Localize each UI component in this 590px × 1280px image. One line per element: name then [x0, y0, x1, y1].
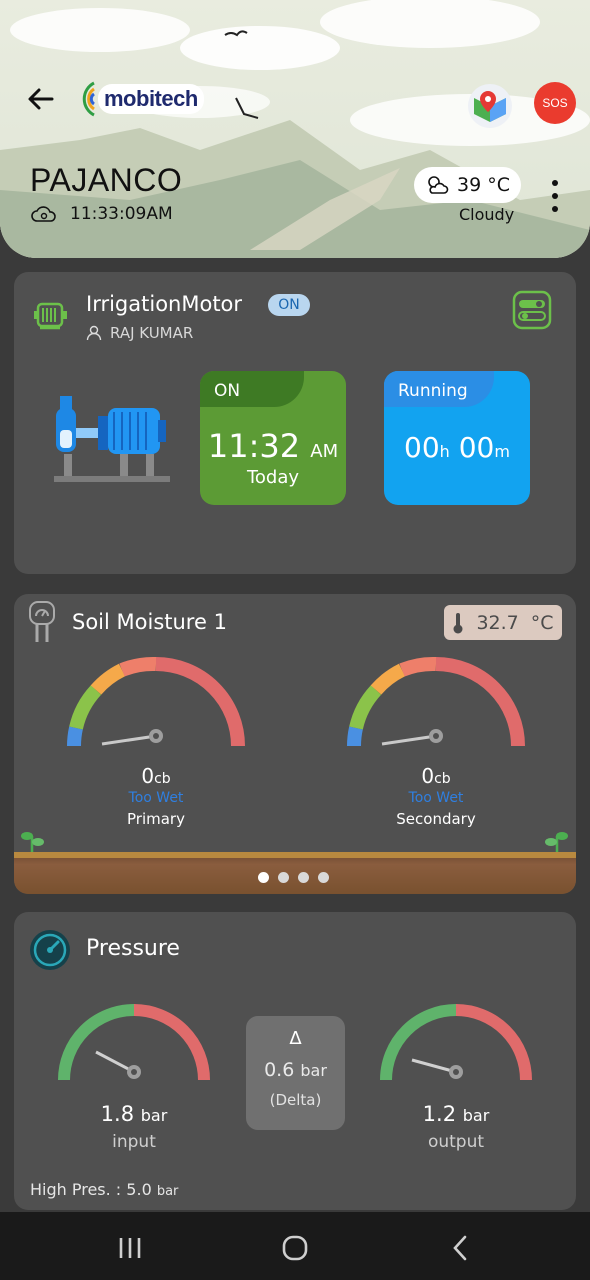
- secondary-unit: cb: [434, 771, 451, 787]
- secondary-status: Too Wet: [408, 790, 464, 806]
- high-pressure-unit: bar: [156, 1184, 179, 1199]
- motor-name: IrrigationMotor: [86, 292, 243, 316]
- pump-illustration: [54, 396, 170, 482]
- on-label: ON: [200, 371, 304, 407]
- on-time-value: 11:32: [207, 427, 301, 465]
- toggle-control-icon[interactable]: [512, 290, 552, 330]
- user-name: RAJ KUMAR: [110, 324, 194, 342]
- time-text: 11:33:09AM: [70, 204, 173, 224]
- logo-text: mobitech: [98, 84, 204, 114]
- high-pressure-label: High Pres. :: [30, 1180, 122, 1199]
- delta-value: 0.6: [264, 1059, 295, 1081]
- on-time: 11:32 AM: [200, 427, 346, 465]
- map-icon: [474, 91, 506, 122]
- output-value: 1.2: [422, 1102, 457, 1126]
- primary-unit: cb: [154, 771, 171, 787]
- partly-cloudy-icon: [428, 176, 449, 194]
- secondary-value: 0: [421, 764, 435, 788]
- page-dot[interactable]: [278, 872, 289, 883]
- input-label: input: [112, 1132, 156, 1152]
- page-dot[interactable]: [318, 872, 329, 883]
- pressure-title: Pressure: [86, 936, 180, 961]
- temperature-text: 39 °C: [457, 174, 510, 196]
- soil-temperature-value: 32.7: [476, 611, 519, 634]
- page-dot[interactable]: [298, 872, 309, 883]
- primary-value: 0: [141, 764, 155, 788]
- soil-title: Soil Moisture 1: [72, 610, 227, 634]
- delta-label: (Delta): [269, 1091, 322, 1109]
- running-minutes: 00: [458, 431, 495, 464]
- page-indicator[interactable]: [258, 872, 329, 883]
- brand-logo: mobitech: [74, 76, 204, 122]
- recents-icon[interactable]: [118, 1236, 142, 1260]
- system-nav-bar: [0, 1212, 590, 1280]
- high-pressure-value: 5.0: [126, 1180, 152, 1199]
- minutes-unit: m: [494, 442, 510, 461]
- page-dot[interactable]: [258, 872, 269, 883]
- user-line: RAJ KUMAR: [86, 324, 193, 342]
- home-icon[interactable]: [282, 1235, 308, 1261]
- site-name: PAJANCO: [30, 162, 183, 198]
- secondary-gauge-label: 0cb Too Wet Secondary: [376, 764, 496, 828]
- primary-status: Too Wet: [128, 790, 184, 806]
- output-label: output: [427, 1132, 485, 1152]
- input-pressure-gauge: [58, 1004, 210, 1081]
- output-pressure-gauge: [380, 1004, 532, 1081]
- thermometer-icon: [453, 612, 463, 633]
- hours-unit: h: [439, 442, 450, 461]
- running-box: Running 00h 00m: [384, 371, 530, 505]
- signal-logo-icon: [82, 81, 96, 117]
- on-day: Today: [246, 467, 300, 488]
- weather-label: Cloudy: [459, 205, 515, 224]
- output-unit: bar: [462, 1106, 490, 1125]
- pressure-card[interactable]: Pressure 1.8 bar input Δ 0.6 bar (Delta)…: [14, 912, 576, 1210]
- on-status-box: ON 11:32 AM Today: [200, 371, 346, 505]
- delta-icon: Δ: [289, 1028, 302, 1049]
- motor-icon: [34, 302, 67, 330]
- user-icon: [86, 325, 102, 341]
- weather-pill: 39 °C: [414, 167, 521, 203]
- primary-label: Primary: [127, 810, 185, 828]
- nav-back-icon[interactable]: [452, 1235, 468, 1261]
- secondary-label: Secondary: [396, 810, 476, 828]
- delta-unit: bar: [300, 1061, 327, 1080]
- site-header: mobitech SOS PAJANCO 11:33:09AM 39 °C Cl…: [0, 0, 590, 258]
- status-badge: ON: [268, 294, 310, 316]
- map-button[interactable]: [468, 84, 512, 128]
- running-duration: 00h 00m: [384, 431, 530, 464]
- primary-gauge-label: 0cb Too Wet Primary: [106, 764, 206, 828]
- motor-card[interactable]: IrrigationMotor ON RAJ KUMAR ON 11:32 AM…: [14, 272, 576, 574]
- running-hours: 00: [404, 431, 440, 464]
- soil-moisture-card[interactable]: Soil Moisture 1 32.7 °C 0cb Too Wet Prim…: [14, 594, 576, 894]
- sos-button[interactable]: SOS: [534, 82, 576, 124]
- soil-temperature-chip: 32.7 °C: [444, 605, 562, 640]
- on-time-ampm: AM: [310, 441, 339, 462]
- soil-sensor-icon: [29, 601, 55, 642]
- primary-moisture-gauge: [67, 656, 245, 747]
- back-arrow-icon[interactable]: [26, 84, 56, 114]
- delta-box: Δ 0.6 bar (Delta): [246, 1016, 345, 1130]
- soil-temperature-unit: °C: [530, 611, 554, 634]
- high-pressure-line: High Pres. : 5.0 bar: [30, 1180, 178, 1199]
- cloud-icon: [31, 206, 56, 222]
- input-reading: 1.8 bar input: [84, 1102, 184, 1152]
- site-time: 11:33:09AM: [30, 204, 173, 224]
- running-label: Running: [384, 371, 494, 407]
- secondary-moisture-gauge: [347, 656, 525, 747]
- input-unit: bar: [140, 1106, 168, 1125]
- more-vert-icon[interactable]: [549, 180, 561, 212]
- output-reading: 1.2 bar output: [406, 1102, 506, 1152]
- input-value: 1.8: [100, 1102, 135, 1126]
- pressure-gauge-icon: [30, 930, 70, 970]
